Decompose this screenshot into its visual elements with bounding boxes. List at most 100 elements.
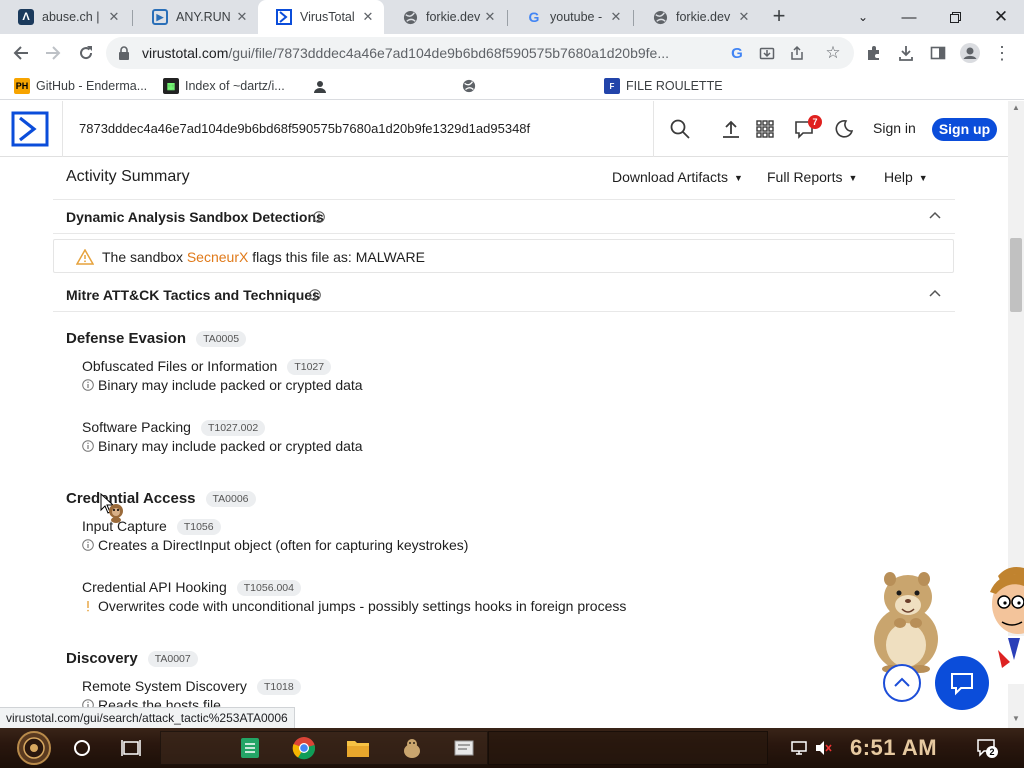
close-icon[interactable]: ✕ <box>360 9 376 25</box>
technique-row[interactable]: Remote System Discovery T1018 <box>82 678 301 696</box>
taskbar-clock[interactable]: 6:51 AM <box>850 735 937 761</box>
extensions-icon[interactable] <box>859 38 889 68</box>
profile-avatar-icon[interactable] <box>955 38 985 68</box>
bookmark-3[interactable] <box>312 77 334 95</box>
tactic-id-tag[interactable]: TA0006 <box>205 491 256 508</box>
search-input[interactable]: 7873dddec4a46e7ad104de9b6bd68f590575b768… <box>79 121 530 136</box>
close-icon[interactable]: ✕ <box>608 9 624 25</box>
technique-name[interactable]: Credential API Hooking <box>82 579 227 595</box>
technique-name[interactable]: Obfuscated Files or Information <box>82 358 277 374</box>
reload-button[interactable] <box>71 38 101 68</box>
volume-muted-icon[interactable] <box>814 740 832 756</box>
sign-in-link[interactable]: Sign in <box>873 120 916 136</box>
spreadsheet-app-icon[interactable] <box>236 734 264 762</box>
bookmark-index-dartz[interactable]: ▦ Index of ~dartz/i... <box>163 77 285 95</box>
sandbox-section-header[interactable]: Dynamic Analysis Sandbox Detections <box>53 200 955 234</box>
virustotal-logo[interactable] <box>11 111 49 147</box>
tactic-name[interactable]: Discovery <box>66 650 138 667</box>
close-window-button[interactable]: ✕ <box>978 0 1024 34</box>
restore-button[interactable] <box>932 0 978 34</box>
install-app-icon[interactable] <box>756 42 778 64</box>
tab-abuse-ch[interactable]: Λ abuse.ch | ✕ <box>0 0 130 34</box>
sign-up-button[interactable]: Sign up <box>932 118 997 141</box>
chrome-icon[interactable] <box>290 734 318 762</box>
tactic-id-tag[interactable]: TA0007 <box>147 651 198 668</box>
full-reports-menu[interactable]: Full Reports ▼ <box>767 169 857 185</box>
hamster-app-icon[interactable] <box>398 734 426 762</box>
technique-id-tag[interactable]: T1027 <box>287 359 332 376</box>
scroll-down-arrow-icon[interactable]: ▼ <box>1008 712 1024 726</box>
tab-anyrun[interactable]: ▶ ANY.RUN ✕ <box>134 0 258 34</box>
browser-menu-icon[interactable]: ⋮ <box>987 38 1017 68</box>
tactic-discovery[interactable]: Discovery TA0007 <box>66 650 198 668</box>
hamster-mascot-icon <box>874 572 938 673</box>
anyrun-icon: ▶ <box>152 9 168 25</box>
task-view-icon[interactable] <box>117 734 145 762</box>
chevron-up-icon[interactable] <box>929 289 941 299</box>
technique-row[interactable]: Credential API Hooking T1056.004 <box>82 579 301 597</box>
technique-row[interactable]: Software Packing T1027.002 <box>82 419 266 437</box>
tab-youtube-search[interactable]: G youtube - ✕ <box>508 0 632 34</box>
main-content: Activity Summary Download Artifacts ▼ Ful… <box>0 157 1008 728</box>
sandbox-app-icon[interactable] <box>450 734 478 762</box>
apps-grid-icon[interactable] <box>752 116 778 142</box>
download-artifacts-menu[interactable]: Download Artifacts ▼ <box>612 169 743 185</box>
new-tab-button[interactable]: + <box>767 4 791 30</box>
close-icon[interactable]: ✕ <box>482 9 498 25</box>
bookmark-github[interactable]: PH GitHub - Enderma... <box>14 77 147 95</box>
windows-taskbar: 6:51 AM 2 <box>0 728 1024 768</box>
chat-button[interactable] <box>935 656 989 710</box>
upload-icon[interactable] <box>718 116 744 142</box>
tab-forkie-1[interactable]: forkie.dev ✕ <box>384 0 506 34</box>
side-panel-icon[interactable] <box>923 38 953 68</box>
tab-forkie-2[interactable]: forkie.dev ✕ <box>634 0 760 34</box>
notification-center-icon[interactable]: 2 <box>976 738 998 758</box>
technique-row[interactable]: Obfuscated Files or Information T1027 <box>82 358 332 376</box>
bookmark-file-roulette[interactable]: F FILE ROULETTE <box>604 77 723 95</box>
tab-search-icon[interactable]: ⌄ <box>840 0 886 34</box>
search-icon[interactable] <box>667 116 693 142</box>
info-icon[interactable] <box>313 211 325 223</box>
dark-mode-icon[interactable] <box>831 116 857 142</box>
sandbox-name-link[interactable]: SecneurX <box>187 249 248 265</box>
help-menu[interactable]: Help ▼ <box>884 169 928 185</box>
scrollbar-thumb[interactable] <box>1010 238 1022 312</box>
mitre-section-header[interactable]: Mitre ATT&CK Tactics and Techniques <box>53 278 955 312</box>
tab-virustotal[interactable]: VirusTotal ✕ <box>258 0 384 34</box>
url-text[interactable]: virustotal.com/gui/file/7873dddec4a46e7a… <box>142 45 732 61</box>
technique-id-tag[interactable]: T1056 <box>176 519 221 536</box>
info-icon[interactable] <box>309 289 321 301</box>
tactic-defense-evasion[interactable]: Defense Evasion TA0005 <box>66 330 247 348</box>
tactic-name[interactable]: Defense Evasion <box>66 330 186 347</box>
network-icon[interactable] <box>790 740 808 756</box>
minimize-button[interactable]: — <box>886 0 932 34</box>
technique-id-tag[interactable]: T1027.002 <box>200 420 266 437</box>
share-icon[interactable] <box>786 42 808 64</box>
scroll-to-top-button[interactable] <box>883 664 921 702</box>
tactic-credential-access[interactable]: Credential Access TA0006 <box>66 490 256 508</box>
chat-bubble-icon <box>951 673 973 696</box>
technique-name[interactable]: Software Packing <box>82 419 191 435</box>
start-button-icon[interactable] <box>10 730 58 766</box>
bookmark-4[interactable] <box>461 77 483 95</box>
technique-id-tag[interactable]: T1018 <box>256 679 301 696</box>
cortana-icon[interactable] <box>68 734 96 762</box>
chevron-up-icon[interactable] <box>929 211 941 221</box>
forward-button[interactable] <box>38 38 68 68</box>
tactic-name[interactable]: Credential Access <box>66 490 196 507</box>
tactic-id-tag[interactable]: TA0005 <box>196 331 247 348</box>
file-explorer-icon[interactable] <box>344 734 372 762</box>
lock-icon[interactable] <box>118 46 130 60</box>
close-icon[interactable]: ✕ <box>736 9 752 25</box>
address-bar[interactable]: virustotal.com/gui/file/7873dddec4a46e7a… <box>106 37 854 69</box>
google-translate-icon[interactable]: G <box>726 42 748 64</box>
downloads-icon[interactable] <box>891 38 921 68</box>
scroll-up-arrow-icon[interactable]: ▲ <box>1008 101 1024 115</box>
technique-name[interactable]: Remote System Discovery <box>82 678 247 694</box>
back-button[interactable] <box>6 38 36 68</box>
bookmark-star-icon[interactable]: ☆ <box>822 42 844 64</box>
close-icon[interactable]: ✕ <box>234 9 250 25</box>
technique-id-tag[interactable]: T1056.004 <box>236 580 301 597</box>
close-icon[interactable]: ✕ <box>106 9 122 25</box>
vt-search-box[interactable]: 7873dddec4a46e7ad104de9b6bd68f590575b768… <box>62 101 654 157</box>
